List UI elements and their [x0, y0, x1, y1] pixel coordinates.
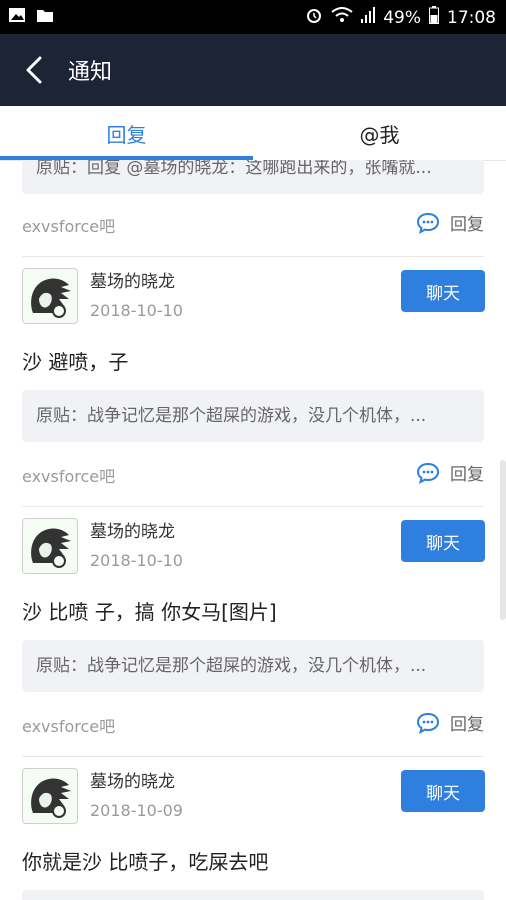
tab-bar: 回复 @我: [0, 106, 506, 161]
timestamp: 2018-10-09: [90, 801, 183, 820]
chat-button[interactable]: 聊天: [401, 770, 485, 812]
back-button[interactable]: [18, 52, 54, 88]
reply-button[interactable]: 回复: [416, 710, 484, 735]
clock-time: 17:08: [447, 7, 496, 28]
avatar[interactable]: [22, 268, 78, 324]
alarm-icon: [305, 6, 323, 29]
avatar[interactable]: [22, 768, 78, 824]
reply-content[interactable]: 沙 比喷 子，搞 你女马[图片]: [22, 596, 277, 625]
divider: [22, 506, 484, 507]
forum-source[interactable]: exvsforce吧: [22, 463, 115, 487]
chat-button[interactable]: 聊天: [401, 270, 485, 312]
forum-source[interactable]: exvsforce吧: [22, 213, 115, 237]
reply-label: 回复: [450, 715, 484, 735]
notification-list[interactable]: 原贴：回复 @墓场的晓龙：这哪跑出来的，张嘴就... exvsforce吧 回复…: [0, 160, 506, 900]
forum-source[interactable]: exvsforce吧: [22, 713, 115, 737]
username[interactable]: 墓场的晓龙: [90, 517, 175, 542]
avatar-image: [31, 778, 71, 818]
timestamp: 2018-10-10: [90, 301, 183, 320]
gallery-icon: [8, 7, 26, 28]
reply-label: 回复: [450, 465, 484, 485]
battery-percent: 49%: [383, 7, 421, 28]
comment-icon: [416, 462, 440, 484]
divider: [22, 256, 484, 257]
avatar-image: [31, 528, 71, 568]
avatar-image: [31, 278, 71, 318]
username[interactable]: 墓场的晓龙: [90, 767, 175, 792]
scrollbar[interactable]: [500, 460, 506, 620]
reply-label: 回复: [450, 215, 484, 235]
quoted-post[interactable]: 原贴：回复 @墓场的晓龙：这哪跑出来的，张嘴就...: [22, 160, 484, 194]
tab-reply[interactable]: 回复: [0, 106, 253, 160]
reply-button[interactable]: 回复: [416, 460, 484, 485]
reply-content[interactable]: 你就是沙 比喷子，吃屎去吧: [22, 846, 268, 875]
status-bar: 49% 17:08: [0, 0, 506, 34]
tab-mentions[interactable]: @我: [253, 106, 506, 160]
username[interactable]: 墓场的晓龙: [90, 267, 175, 292]
avatar[interactable]: [22, 518, 78, 574]
folder-icon: [36, 7, 54, 28]
page-title: 通知: [68, 60, 113, 85]
chevron-left-icon: [26, 56, 42, 84]
quoted-post[interactable]: 原贴：战争记忆是那个超屎的游戏，没几个机体，...: [22, 390, 484, 442]
reply-button[interactable]: 回复: [416, 210, 484, 235]
quoted-post[interactable]: 原贴：战争记忆是那个超屎的游戏，没几个机体，...: [22, 640, 484, 692]
signal-icon: [361, 7, 376, 28]
reply-content[interactable]: 沙 避喷，子: [22, 346, 128, 375]
comment-icon: [416, 212, 440, 234]
wifi-icon: [331, 7, 353, 28]
battery-icon: [429, 6, 439, 29]
app-header: 通知: [0, 34, 506, 106]
chat-button[interactable]: 聊天: [401, 520, 485, 562]
quoted-post[interactable]: [22, 890, 484, 900]
timestamp: 2018-10-10: [90, 551, 183, 570]
divider: [22, 756, 484, 757]
comment-icon: [416, 712, 440, 734]
